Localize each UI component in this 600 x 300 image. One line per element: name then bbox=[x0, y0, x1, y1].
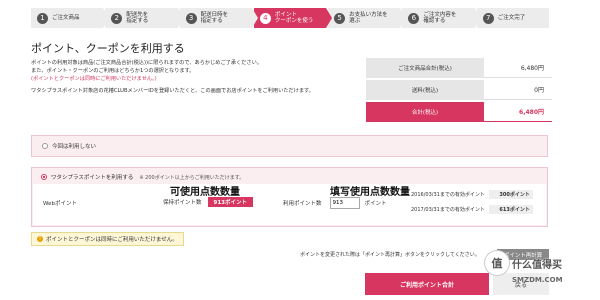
subtotal-value: 6,480円 bbox=[484, 58, 552, 78]
intro-line-3: (ポイントとクーポンは同時にご利用いただけません。) bbox=[31, 76, 157, 82]
step-label: 配送日時を 指定する bbox=[200, 11, 229, 25]
shipping-row: 送料(税込) 0円 bbox=[366, 80, 552, 100]
step-2: 2 配送先を 指定する bbox=[105, 8, 184, 28]
total-row: 合計(税込) 6,480円 bbox=[366, 102, 552, 122]
intro-line-4: ワタシプラスポイント対象店の花椿CLUBメンバーIDを登録いただくと、この画面で… bbox=[31, 88, 314, 94]
minimum-points-note: ※ 200ポイント以上からご利用いただけます。 bbox=[139, 174, 245, 181]
radio-no-use[interactable] bbox=[42, 143, 48, 149]
option-use-points-header[interactable]: ワタシプラスポイントを利用する ※ 200ポイント以上からご利用いただけます。 bbox=[41, 173, 244, 181]
intro-text: ポイントの利用対象は商品(ご注文商品合計(税込))に限られますので、あらかじめご… bbox=[31, 59, 351, 95]
step-3: 3 配送日時を 指定する bbox=[179, 8, 259, 28]
annotation-held-points: 可使用点数数量 bbox=[170, 187, 240, 198]
step-label: お支払い方法を 選ぶ bbox=[349, 11, 388, 25]
subtotal-label: ご注文商品合計(税込) bbox=[366, 58, 484, 78]
intro-line-1: ポイントの利用対象は商品(ご注文商品合計(税込))に限られますので、あらかじめご… bbox=[31, 60, 262, 66]
checkout-steps: 1 ご注文商品 2 配送先を 指定する 3 配送日時を 指定する 4 ポイント クーポン… bbox=[31, 8, 551, 28]
watermark-text: 什么值得买 bbox=[512, 260, 562, 271]
step-number: 2 bbox=[111, 12, 123, 24]
total-value: 6,480円 bbox=[484, 102, 552, 122]
step-number: 4 bbox=[259, 12, 271, 24]
step-1: 1 ご注文商品 bbox=[31, 8, 110, 28]
subtotal-row: ご注文商品合計(税込) 6,480円 bbox=[366, 58, 552, 78]
expiry-row-1: 2016/03/31までの有効ポイント 300ポイント bbox=[411, 190, 533, 199]
held-points-value: 913ポイント bbox=[207, 197, 253, 207]
step-6: 6 ご注文内容を 確認する bbox=[402, 8, 481, 28]
step-7: 7 ご注文完了 bbox=[476, 8, 549, 28]
option-use-points-label: ワタシプラスポイントを利用する bbox=[51, 175, 134, 181]
held-points-label: 保持ポイント数 bbox=[163, 200, 202, 206]
use-points-input[interactable] bbox=[329, 197, 360, 209]
total-label: 合計(税込) bbox=[366, 102, 484, 122]
step-number: 1 bbox=[37, 12, 48, 24]
step-number: 3 bbox=[185, 12, 197, 24]
order-summary: ご注文商品合計(税込) 6,480円 送料(税込) 0円 合計(税込) 6,48… bbox=[366, 58, 552, 124]
warning-text: ポイントとクーポンは同時にご利用いただけません。 bbox=[46, 237, 178, 243]
expiry-1-label: 2016/03/31までの有効ポイント bbox=[411, 192, 485, 198]
intro-line-2: また、ポイント・クーポンのご利用はどちらか1つの選択となります。 bbox=[31, 68, 195, 74]
points-detail-panel: Webポイント 保持ポイント数 913ポイント 利用ポイント数 ポイント 201… bbox=[33, 184, 546, 225]
expiry-2-label: 2017/03/31までの有効ポイント bbox=[411, 207, 485, 213]
apply-points-button[interactable]: ご利用ポイント合計 bbox=[365, 273, 489, 295]
radio-use-points[interactable] bbox=[41, 174, 47, 180]
watermark-url: SMZDM.COM bbox=[512, 276, 563, 284]
expiry-2-value: 613ポイント bbox=[488, 205, 533, 214]
step-number: 7 bbox=[482, 12, 494, 24]
web-points-label: Webポイント bbox=[43, 201, 77, 207]
shipping-value: 0円 bbox=[484, 80, 552, 100]
step-label: ご注文完了 bbox=[497, 14, 526, 21]
option-use-points: ワタシプラスポイントを利用する ※ 200ポイント以上からご利用いただけます。 … bbox=[31, 167, 548, 227]
step-number: 5 bbox=[334, 12, 346, 24]
watermark-logo: 值 bbox=[485, 251, 509, 275]
held-points: 保持ポイント数 913ポイント bbox=[163, 197, 253, 207]
step-4-current: 4 ポイント クーポンを使う bbox=[253, 8, 333, 28]
page-title: ポイント、クーポンを利用する bbox=[31, 42, 185, 55]
step-number: 6 bbox=[408, 12, 420, 24]
option-no-use[interactable]: 今回は利用しない bbox=[31, 135, 548, 157]
use-points-label: 利用ポイント数 bbox=[283, 201, 322, 207]
shipping-label: 送料(税込) bbox=[366, 80, 484, 100]
step-label: ご注文内容を 確認する bbox=[423, 11, 457, 25]
expiry-1-value: 300ポイント bbox=[488, 190, 533, 199]
use-points: 利用ポイント数 ポイント bbox=[283, 197, 387, 209]
step-5: 5 お支払い方法を 選ぶ bbox=[328, 8, 407, 28]
use-points-unit: ポイント bbox=[364, 201, 387, 207]
warning-box: ! ポイントとクーポンは同時にご利用いただけません。 bbox=[31, 232, 184, 246]
step-label: 配送先を 指定する bbox=[126, 11, 149, 25]
step-label: ご注文商品 bbox=[52, 14, 80, 21]
recalc-note: ポイントを変更された際は「ポイント再計算」ボタンをクリックしてください。 bbox=[300, 252, 480, 258]
step-label: ポイント クーポンを使う bbox=[274, 11, 314, 25]
alert-icon: ! bbox=[37, 236, 43, 242]
expiry-row-2: 2017/03/31までの有効ポイント 613ポイント bbox=[411, 205, 533, 214]
annotation-use-points: 填写使用点数数量 bbox=[330, 187, 410, 198]
option-no-use-label: 今回は利用しない bbox=[52, 144, 97, 150]
